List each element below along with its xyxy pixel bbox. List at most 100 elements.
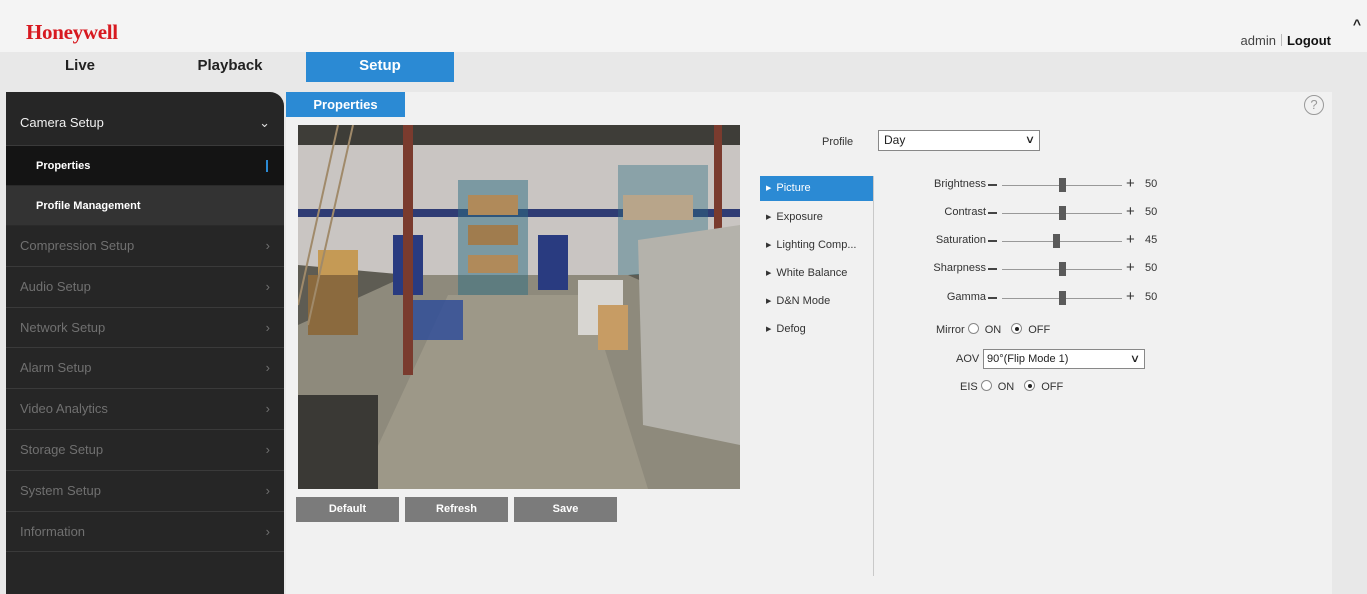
slider-label: Saturation xyxy=(935,234,986,246)
slider-thumb[interactable] xyxy=(1058,178,1066,192)
tab-live[interactable]: Live xyxy=(6,52,154,82)
plus-icon[interactable]: + xyxy=(1126,260,1135,276)
chevron-down-icon: ∨ xyxy=(1024,134,1036,146)
honeywell-logo: Honeywell xyxy=(26,20,118,44)
sidebar-item-camera-setup[interactable]: Camera Setup ⌄ xyxy=(6,92,284,146)
refresh-button[interactable]: Refresh xyxy=(405,497,508,522)
brightness-slider-row: Brightness + 50 xyxy=(896,175,1176,195)
chevron-up-icon[interactable]: ^ xyxy=(1353,16,1361,32)
save-button[interactable]: Save xyxy=(514,497,617,522)
plus-icon[interactable]: + xyxy=(1126,289,1135,305)
chevron-down-icon: ⌄ xyxy=(259,115,270,130)
active-marker xyxy=(266,160,268,172)
properties-submenu: ▶ Picture ▶ Exposure ▶ Lighting Comp... ▶ Wh… xyxy=(760,176,874,576)
sidebar-item-label: System Setup xyxy=(20,482,101,498)
caret-right-icon: ▶ xyxy=(766,242,772,249)
chevron-right-icon: › xyxy=(265,319,270,335)
caret-right-icon: ▶ xyxy=(766,214,772,221)
tab-setup[interactable]: Setup xyxy=(306,52,454,82)
sidebar-item-label: Alarm Setup xyxy=(20,360,92,376)
default-button[interactable]: Default xyxy=(296,497,399,522)
sidebar-subitem-properties[interactable]: Properties xyxy=(6,146,284,186)
slider-label: Brightness xyxy=(934,178,986,190)
submenu-item-label: Lighting Comp... xyxy=(776,239,857,251)
sidebar-item-video-analytics[interactable]: Video Analytics › xyxy=(6,389,284,430)
sidebar-item-network-setup[interactable]: Network Setup › xyxy=(6,308,284,349)
sidebar-subitem-label: Properties xyxy=(36,160,91,172)
sidebar-item-storage-setup[interactable]: Storage Setup › xyxy=(6,430,284,471)
content-panel: Properties ? Default Refresh Save Profil… xyxy=(286,92,1332,594)
plus-icon[interactable]: + xyxy=(1126,204,1135,220)
help-icon[interactable]: ? xyxy=(1304,95,1324,115)
slider-thumb[interactable] xyxy=(1058,262,1066,276)
submenu-item-label: White Balance xyxy=(776,267,848,279)
caret-right-icon: ▶ xyxy=(766,185,772,192)
caret-right-icon: ▶ xyxy=(766,326,772,333)
minus-icon[interactable] xyxy=(988,297,997,299)
sidebar-item-system-setup[interactable]: System Setup › xyxy=(6,471,284,512)
eis-off-radio[interactable] xyxy=(1024,380,1036,391)
sidebar-item-alarm-setup[interactable]: Alarm Setup › xyxy=(6,348,284,390)
chevron-right-icon: › xyxy=(265,482,270,498)
submenu-item-white-balance[interactable]: ▶ White Balance xyxy=(760,259,873,287)
sidebar-item-audio-setup[interactable]: Audio Setup › xyxy=(6,267,284,308)
slider-label: Sharpness xyxy=(933,262,986,274)
slider-thumb[interactable] xyxy=(1052,234,1060,248)
chevron-right-icon: › xyxy=(265,401,270,417)
slider-thumb[interactable] xyxy=(1058,206,1066,220)
mirror-on-radio[interactable] xyxy=(967,323,979,334)
plus-icon[interactable]: + xyxy=(1126,176,1135,192)
eis-on-radio[interactable] xyxy=(980,380,992,391)
slider-label: Contrast xyxy=(944,206,986,218)
logout-link[interactable]: Logout xyxy=(1287,33,1331,48)
submenu-item-lighting-comp[interactable]: ▶ Lighting Comp... xyxy=(760,231,873,259)
submenu-item-label: D&N Mode xyxy=(776,295,831,307)
submenu-item-label: Exposure xyxy=(776,211,823,223)
sidebar-item-label: Camera Setup xyxy=(20,115,104,130)
mirror-off-radio[interactable] xyxy=(1011,323,1023,334)
minus-icon[interactable] xyxy=(988,268,997,270)
submenu-item-dn-mode[interactable]: ▶ D&N Mode xyxy=(760,287,873,315)
mirror-off-label: OFF xyxy=(1028,324,1051,336)
divider xyxy=(1280,34,1282,46)
sidebar-item-label: Information xyxy=(20,523,86,539)
sidebar-item-compression-setup[interactable]: Compression Setup › xyxy=(6,226,284,267)
slider-value: 50 xyxy=(1145,206,1158,218)
minus-icon[interactable] xyxy=(988,212,997,214)
plus-icon[interactable]: + xyxy=(1126,232,1135,248)
slider-thumb[interactable] xyxy=(1058,291,1066,305)
eis-label: EIS xyxy=(960,381,978,393)
submenu-item-picture[interactable]: ▶ Picture xyxy=(760,176,873,201)
sidebar-item-label: Compression Setup xyxy=(20,238,135,253)
profile-select[interactable]: Day ∨ xyxy=(878,130,1040,151)
caret-right-icon: ▶ xyxy=(766,298,772,305)
chevron-right-icon: › xyxy=(265,523,270,539)
chevron-right-icon: › xyxy=(265,278,270,294)
chevron-right-icon: › xyxy=(265,360,270,376)
tab-playback[interactable]: Playback xyxy=(156,52,304,82)
sidebar: Camera Setup ⌄ Properties Profile Manage… xyxy=(6,92,284,594)
sidebar-item-information[interactable]: Information › xyxy=(6,512,284,553)
submenu-item-defog[interactable]: ▶ Defog xyxy=(760,315,873,343)
slider-label: Gamma xyxy=(946,291,986,303)
mirror-on-label: ON xyxy=(984,324,1002,336)
slider-value: 50 xyxy=(1145,178,1158,190)
sidebar-item-label: Network Setup xyxy=(20,319,106,335)
aov-select[interactable]: 90°(Flip Mode 1) ∨ xyxy=(983,349,1145,369)
tab-properties[interactable]: Properties xyxy=(286,92,405,117)
minus-icon[interactable] xyxy=(988,240,997,242)
minus-icon[interactable] xyxy=(988,184,997,186)
gamma-slider-row: Gamma + 50 xyxy=(896,288,1176,308)
slider-value: 50 xyxy=(1145,262,1158,274)
slider-track[interactable] xyxy=(1002,241,1122,242)
warehouse-scene xyxy=(298,125,740,489)
sidebar-item-label: Video Analytics xyxy=(20,401,108,417)
profile-value: Day xyxy=(884,133,906,147)
submenu-item-exposure[interactable]: ▶ Exposure xyxy=(760,203,873,231)
eis-on-label: ON xyxy=(997,381,1015,393)
caret-right-icon: ▶ xyxy=(766,270,772,277)
top-header: Honeywell admin Logout ^ xyxy=(0,0,1367,52)
mirror-label: Mirror xyxy=(936,324,965,336)
sidebar-subitem-profile-management[interactable]: Profile Management xyxy=(6,186,284,226)
chevron-right-icon: › xyxy=(265,238,270,253)
